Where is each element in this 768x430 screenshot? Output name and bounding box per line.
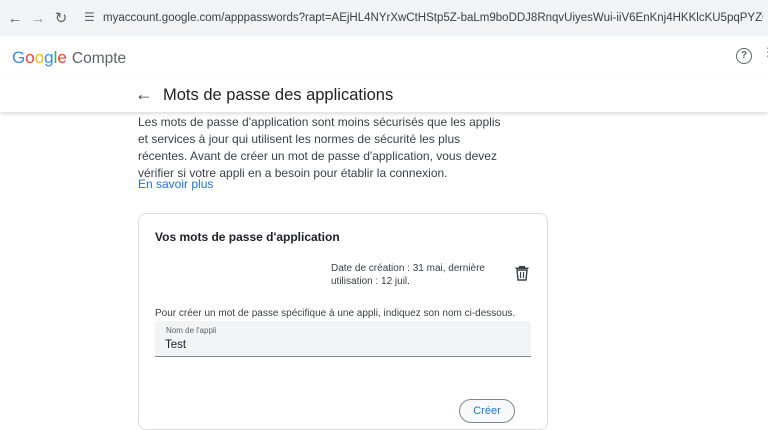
browser-toolbar: ← → ↻ ☰ myaccount.google.com/apppassword… [0, 0, 768, 37]
google-wordmark: Google [12, 48, 67, 67]
back-arrow-icon[interactable]: ← [135, 84, 153, 105]
help-icon[interactable]: ? [736, 48, 752, 64]
card-title: Vos mots de passe d'application [155, 230, 340, 244]
app-name-label: Nom de l'appli [166, 326, 217, 335]
page-title-bar: ← Mots de passe des applications [0, 78, 768, 112]
page-title: Mots de passe des applications [163, 86, 394, 104]
page-description: Les mots de passe d'application sont moi… [138, 115, 501, 180]
create-instruction: Pour créer un mot de passe spécifique à … [155, 308, 516, 319]
reload-icon[interactable]: ↻ [52, 9, 70, 27]
back-icon[interactable]: ← [6, 9, 24, 27]
learn-more-link[interactable]: En savoir plus [138, 177, 213, 191]
apps-icon[interactable]: ⋮ [762, 46, 768, 58]
google-logo[interactable]: Google Compte [12, 48, 126, 68]
app-passwords-card: Vos mots de passe d'application Date de … [138, 213, 548, 430]
trash-icon[interactable] [515, 265, 529, 281]
app-name-input[interactable] [165, 338, 505, 352]
password-entry-info: Date de création : 31 mai, dernière util… [331, 263, 485, 287]
product-name: Compte [71, 50, 127, 67]
site-settings-icon[interactable]: ☰ [84, 11, 96, 23]
forward-icon[interactable]: → [29, 9, 47, 27]
create-button[interactable]: Créer [459, 399, 515, 423]
account-header: Google Compte ? ⋮ [0, 36, 768, 78]
address-bar[interactable]: myaccount.google.com/apppasswords?rapt=A… [103, 11, 763, 27]
app-name-field[interactable]: Nom de l'appli [155, 321, 531, 357]
